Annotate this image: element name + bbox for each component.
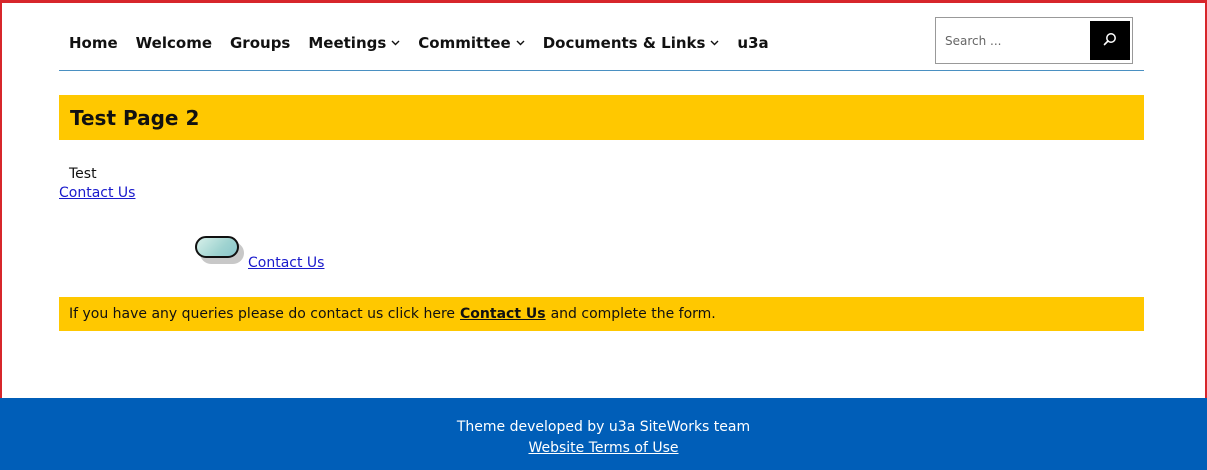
contact-info-banner: If you have any queries please do contac…: [59, 297, 1144, 331]
nav-item-u3a[interactable]: u3a: [737, 34, 768, 52]
footer-credit: Theme developed by u3a SiteWorks team: [456, 419, 751, 435]
chevron-down-icon: [710, 38, 719, 49]
main-navigation: Home Welcome Groups Meetings Committee D…: [69, 32, 787, 54]
chevron-down-icon: [516, 38, 525, 49]
nav-divider: [59, 70, 1144, 71]
info-prefix-text: If you have any queries please do contac…: [69, 306, 456, 322]
nav-item-home[interactable]: Home: [69, 34, 118, 52]
search-icon: [1103, 31, 1117, 50]
contact-us-link-2[interactable]: Contact Us: [248, 255, 324, 271]
nav-item-label: Documents & Links: [542, 34, 706, 52]
nav-item-label: Home: [69, 34, 118, 52]
nav-item-label: u3a: [737, 34, 769, 52]
info-contact-us-link[interactable]: Contact Us: [460, 306, 546, 322]
terms-of-use-link[interactable]: Website Terms of Use: [528, 440, 678, 456]
page-title-bar: Test Page 2: [59, 95, 1144, 140]
chevron-down-icon: [391, 38, 400, 49]
contact-button-graphic[interactable]: [195, 236, 247, 266]
body-text: Test: [69, 166, 97, 182]
nav-item-welcome[interactable]: Welcome: [136, 34, 212, 52]
nav-item-label: Committee: [418, 34, 511, 52]
search-button[interactable]: [1090, 21, 1130, 60]
contact-us-link[interactable]: Contact Us: [59, 185, 135, 201]
nav-item-meetings[interactable]: Meetings: [308, 34, 400, 52]
nav-item-label: Groups: [230, 34, 291, 52]
nav-item-label: Welcome: [135, 34, 212, 52]
info-suffix-text: and complete the form.: [550, 306, 716, 322]
footer-links: Website Terms of Use: [0, 440, 1207, 456]
page-title: Test Page 2: [70, 105, 200, 130]
nav-item-label: Meetings: [308, 34, 387, 52]
pill-button-icon: [195, 236, 239, 258]
nav-item-documents-links[interactable]: Documents & Links: [543, 34, 720, 52]
search-box: [935, 17, 1133, 64]
site-footer: Theme developed by u3a SiteWorks team We…: [0, 398, 1207, 470]
search-input[interactable]: [945, 30, 1085, 52]
nav-item-groups[interactable]: Groups: [230, 34, 290, 52]
nav-item-committee[interactable]: Committee: [418, 34, 525, 52]
